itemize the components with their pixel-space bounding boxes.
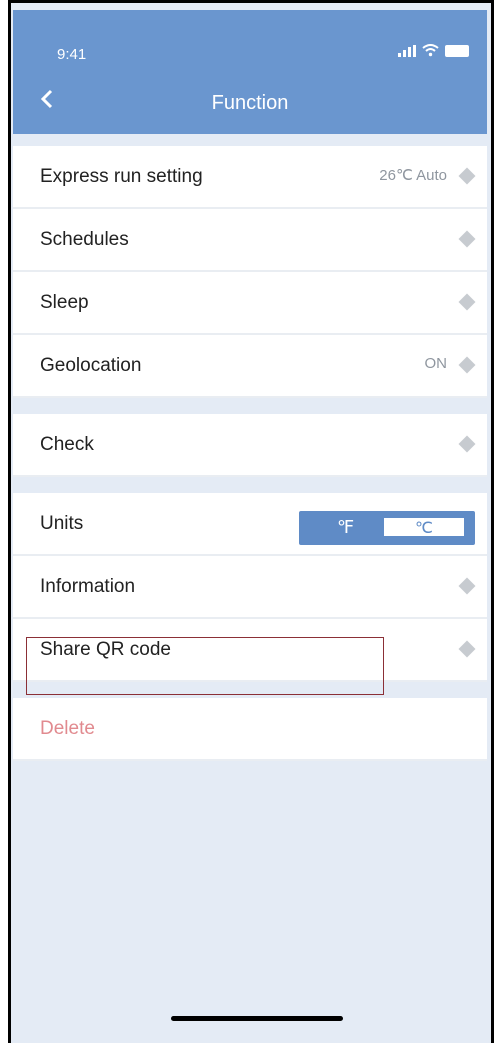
section-gap <box>13 398 487 414</box>
diamond-arrow-icon <box>458 640 476 658</box>
check-label: Check <box>40 434 94 455</box>
diamond-arrow-icon <box>458 230 476 248</box>
information-row[interactable]: Information <box>13 556 487 619</box>
header: 9:41 Function <box>13 10 487 134</box>
units-toggle[interactable]: ℉ ℃ <box>299 511 475 545</box>
fahrenheit-option[interactable]: ℉ <box>337 517 354 538</box>
geolocation-value: ON <box>424 355 448 372</box>
home-indicator <box>171 1016 343 1021</box>
status-indicators <box>398 44 469 57</box>
diamond-arrow-icon <box>458 293 476 311</box>
express-run-setting-value: 26℃ Auto <box>379 167 447 184</box>
geolocation-label: Geolocation <box>40 355 142 376</box>
highlight-box <box>26 637 384 695</box>
check-row[interactable]: Check <box>13 414 487 477</box>
express-run-setting-row[interactable]: Express run setting 26℃ Auto <box>13 146 487 209</box>
information-label: Information <box>40 576 136 597</box>
diamond-arrow-icon <box>458 577 476 595</box>
sleep-label: Sleep <box>40 292 89 313</box>
battery-icon <box>445 44 469 57</box>
express-run-setting-label: Express run setting <box>40 166 203 187</box>
section-gap <box>13 477 487 493</box>
celsius-option[interactable]: ℃ <box>384 518 464 537</box>
wifi-icon <box>422 44 439 57</box>
diamond-arrow-icon <box>458 356 476 374</box>
status-time: 9:41 <box>57 46 87 63</box>
units-row: Units ℉ ℃ <box>13 493 487 556</box>
delete-row[interactable]: Delete <box>13 698 487 761</box>
signal-icon <box>398 44 416 57</box>
schedules-row[interactable]: Schedules <box>13 209 487 272</box>
sleep-row[interactable]: Sleep <box>13 272 487 335</box>
geolocation-row[interactable]: Geolocation ON <box>13 335 487 398</box>
delete-button[interactable]: Delete <box>40 718 95 740</box>
diamond-arrow-icon <box>458 167 476 185</box>
diamond-arrow-icon <box>458 435 476 453</box>
page-title: Function <box>211 92 289 114</box>
schedules-label: Schedules <box>40 229 129 250</box>
units-label: Units <box>40 513 84 534</box>
